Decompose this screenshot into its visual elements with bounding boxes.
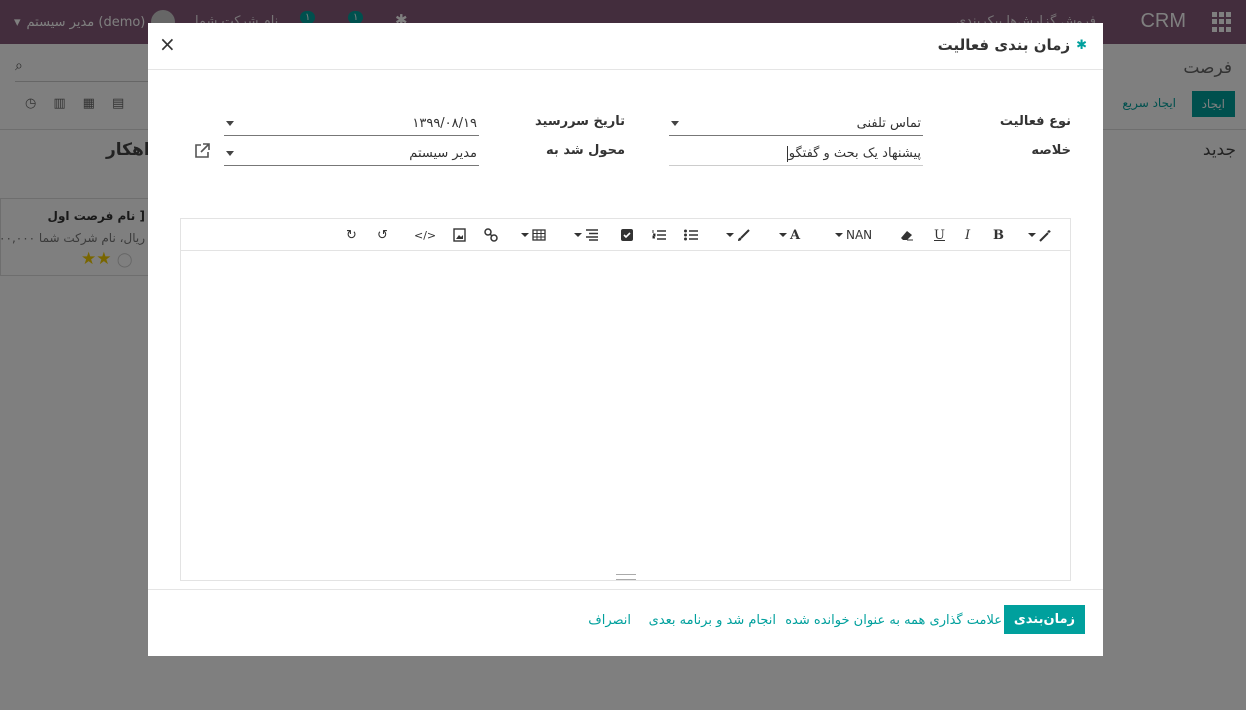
- image-icon[interactable]: [453, 226, 466, 244]
- summary-label: خلاصه: [1031, 143, 1071, 158]
- background-color-icon[interactable]: [726, 226, 750, 244]
- external-link-icon[interactable]: [192, 141, 212, 161]
- assigned-value: مدیر سیستم: [409, 146, 477, 161]
- due-date-value: ۱۳۹۹/۰۸/۱۹: [412, 116, 477, 131]
- summary-input[interactable]: پیشنهاد یک بحث و گفتگو: [669, 142, 923, 166]
- font-size-select[interactable]: NAN: [835, 226, 872, 244]
- table-icon[interactable]: [521, 226, 546, 244]
- activity-type-label: نوع فعالیت: [999, 114, 1071, 129]
- unordered-list-icon[interactable]: [684, 226, 698, 244]
- dialog-header: ✱ زمان بندی فعالیت ×: [148, 23, 1103, 70]
- italic-button[interactable]: I: [965, 226, 970, 244]
- cancel-button[interactable]: انصراف: [588, 613, 631, 628]
- chevron-down-icon: [671, 121, 679, 126]
- schedule-activity-dialog: ✱ زمان بندی فعالیت × نوع فعالیت تماس تلف…: [148, 23, 1103, 656]
- assigned-select[interactable]: مدیر سیستم: [224, 142, 479, 166]
- text-cursor: [786, 145, 788, 162]
- note-editor: ↻ ↺ </> A NAN U I B: [180, 218, 1071, 581]
- debug-icon[interactable]: ✱: [1076, 38, 1087, 53]
- underline-button[interactable]: U: [934, 226, 945, 244]
- resize-handle[interactable]: [616, 574, 636, 580]
- editor-toolbar: ↻ ↺ </> A NAN U I B: [181, 219, 1070, 251]
- activity-type-select[interactable]: تماس تلفنی: [669, 112, 923, 136]
- dialog-body: نوع فعالیت تماس تلفنی خلاصه پیشنهاد یک ب…: [148, 70, 1103, 589]
- eraser-icon[interactable]: [900, 226, 914, 244]
- chevron-down-icon: [226, 121, 234, 126]
- activity-type-value: تماس تلفنی: [856, 116, 921, 131]
- bold-button[interactable]: B: [993, 226, 1004, 244]
- font-color-icon[interactable]: A: [779, 226, 800, 244]
- font-size-value: NAN: [846, 228, 873, 242]
- chevron-down-icon: [226, 151, 234, 156]
- schedule-button[interactable]: زمان‌بندی: [1003, 605, 1085, 634]
- code-view-icon[interactable]: </>: [414, 226, 436, 244]
- redo-icon[interactable]: ↻: [346, 226, 357, 244]
- dialog-title: ✱ زمان بندی فعالیت: [938, 36, 1087, 54]
- link-icon[interactable]: [484, 226, 498, 244]
- paragraph-align-icon[interactable]: [574, 226, 599, 244]
- ordered-list-icon[interactable]: [652, 226, 666, 244]
- close-icon[interactable]: ×: [159, 32, 176, 56]
- magic-wand-icon[interactable]: [1028, 226, 1052, 244]
- editor-content-area[interactable]: [181, 251, 1070, 580]
- checklist-icon[interactable]: [621, 226, 633, 244]
- dialog-title-text: زمان بندی فعالیت: [937, 36, 1071, 54]
- due-date-label: تاریخ سررسید: [535, 114, 625, 129]
- done-schedule-next-button[interactable]: انجام شد و برنامه بعدی: [649, 613, 776, 628]
- undo-icon[interactable]: ↺: [377, 226, 388, 244]
- dialog-footer: زمان‌بندی علامت گذاری همه به عنوان خواند…: [148, 589, 1103, 656]
- summary-value: پیشنهاد یک بحث و گفتگو: [788, 146, 921, 161]
- mark-done-button[interactable]: علامت گذاری همه به عنوان خوانده شده: [785, 613, 1002, 628]
- due-date-input[interactable]: ۱۳۹۹/۰۸/۱۹: [224, 112, 479, 136]
- font-color-label: A: [790, 227, 801, 243]
- assigned-label: محول شد به: [546, 143, 625, 158]
